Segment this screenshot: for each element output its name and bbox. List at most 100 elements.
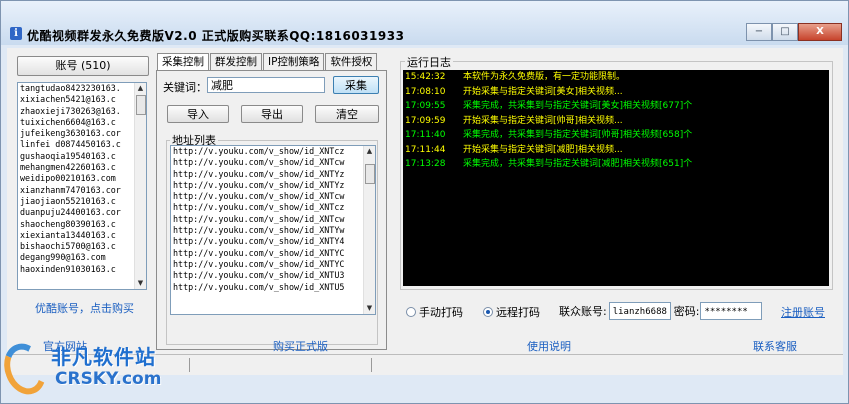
collect-button[interactable]: 采集 <box>333 76 379 94</box>
account-list-item[interactable]: tangtudao8423230163. <box>18 83 134 94</box>
url-list[interactable]: http://v.youku.com/v_show/id_XNTcz http:/… <box>170 145 376 315</box>
log-time: 17:08:10 <box>405 86 446 97</box>
url-list-item[interactable]: http://v.youku.com/v_show/id_XNTY4 <box>171 236 363 247</box>
scroll-down-icon[interactable]: ▼ <box>135 278 146 289</box>
account-list-item[interactable]: gushaoqia19540163.c <box>18 151 134 162</box>
keyword-input[interactable]: 减肥 <box>207 77 325 93</box>
buy-full-version-link[interactable]: 购买正式版 <box>273 338 328 354</box>
close-button[interactable]: X <box>798 23 842 41</box>
url-scrollbar[interactable]: ▲ ▼ <box>363 146 375 314</box>
remote-captcha-label: 远程打码 <box>496 306 540 319</box>
log-message: 采集完成，共采集到与指定关键词[减肥]相关视频[651]个 <box>463 159 693 169</box>
client-area: 账号 (510) tangtudao8423230163. xixiachen54… <box>7 48 843 375</box>
account-list-item[interactable]: weidipo00210163.com <box>18 173 134 184</box>
account-list[interactable]: tangtudao8423230163. xixiachen5421@163.c z… <box>17 82 147 290</box>
tab-bar: 采集控制 群发控制 IP控制策略 软件授权 <box>157 53 378 71</box>
account-list-item[interactable]: xianzhanm7470163.cor <box>18 185 134 196</box>
url-list-item[interactable]: http://v.youku.com/v_show/id_XNTcz <box>171 202 363 213</box>
watermark-en-text: CRSKY.com <box>55 369 162 389</box>
log-time: 17:11:44 <box>405 144 446 155</box>
account-list-item[interactable]: tuixichen6604@163.c <box>18 117 134 128</box>
log-entry: 15:42:32 本软件为永久免费版，有一定功能限制。 <box>403 70 829 85</box>
account-list-item[interactable]: degang990@163.com <box>18 252 134 263</box>
minimize-button[interactable]: − <box>746 23 772 41</box>
register-link-wrap: 注册账号 <box>781 304 825 320</box>
account-button[interactable]: 账号 (510) <box>17 56 149 76</box>
account-list-item[interactable]: jufeikeng3630163.cor <box>18 128 134 139</box>
status-separator <box>189 358 190 372</box>
scroll-thumb[interactable] <box>365 164 375 184</box>
site-watermark: 非凡软件站 CRSKY.com <box>0 337 170 403</box>
account-list-item[interactable]: duanpuju24400163.cor <box>18 207 134 218</box>
log-entry: 17:11:40 采集完成，共采集到与指定关键词[帅哥]相关视频[658]个 <box>403 128 829 143</box>
account-list-item[interactable]: bishaochi5700@163.c <box>18 241 134 252</box>
app-window: i 优酷视频群发永久免费版V2.0 正式版购买联系QQ:1816031933 −… <box>0 0 849 404</box>
export-button[interactable]: 导出 <box>241 105 303 123</box>
log-entry: 17:13:28 采集完成，共采集到与指定关键词[减肥]相关视频[651]个 <box>403 157 829 172</box>
url-list-item[interactable]: http://v.youku.com/v_show/id_XNTcz <box>171 146 363 157</box>
buy-accounts-link[interactable]: 优酷账号，点击购买 <box>22 300 147 316</box>
manual-captcha-radio[interactable] <box>406 307 416 317</box>
account-list-item[interactable]: linfei d0874450163.c <box>18 139 134 150</box>
scroll-down-icon[interactable]: ▼ <box>364 303 375 314</box>
account-list-item[interactable]: xiexianta13440163.c <box>18 230 134 241</box>
url-list-item[interactable]: http://v.youku.com/v_show/id_XNTYC <box>171 259 363 270</box>
tab-ip-strategy[interactable]: IP控制策略 <box>263 53 325 70</box>
scroll-up-icon[interactable]: ▲ <box>135 83 146 94</box>
status-separator <box>371 358 372 372</box>
maximize-button[interactable]: □ <box>772 23 798 41</box>
remote-captcha-option[interactable]: 远程打码 <box>483 304 540 320</box>
manual-captcha-label: 手动打码 <box>419 306 463 319</box>
account-list-item[interactable]: jiaojiaon55210163.c <box>18 196 134 207</box>
clear-button[interactable]: 清空 <box>315 105 379 123</box>
remote-captcha-radio[interactable] <box>483 307 493 317</box>
account-list-item[interactable]: haoxinden91030163.c <box>18 264 134 275</box>
log-entry: 17:09:55 采集完成，共采集到与指定关键词[美女]相关视频[677]个 <box>403 99 829 114</box>
url-list-item[interactable]: http://v.youku.com/v_show/id_XNTYC <box>171 248 363 259</box>
lianzhong-account-label: 联众账号: <box>559 305 607 318</box>
manual-captcha-option[interactable]: 手动打码 <box>406 304 463 320</box>
account-field-group: 联众账号: lianzh6688 密码: ******** <box>559 302 763 320</box>
account-list-item[interactable]: mehangmen42260163.c <box>18 162 134 173</box>
log-label: 运行日志 <box>405 54 453 70</box>
url-list-item[interactable]: http://v.youku.com/v_show/id_XNTcw <box>171 214 363 225</box>
url-list-item[interactable]: http://v.youku.com/v_show/id_XNTcw <box>171 157 363 168</box>
log-time: 15:42:32 <box>405 72 446 82</box>
import-button[interactable]: 导入 <box>167 105 229 123</box>
keyword-label: 关键词： <box>163 81 207 94</box>
url-list-item[interactable]: http://v.youku.com/v_show/id_XNTYw <box>171 225 363 236</box>
log-time: 17:09:59 <box>405 115 446 126</box>
account-scrollbar[interactable]: ▲ ▼ <box>134 83 146 289</box>
account-list-item[interactable]: xixiachen5421@163.c <box>18 94 134 105</box>
register-account-link[interactable]: 注册账号 <box>781 304 825 320</box>
account-list-item[interactable]: zhaoxieji730263@163. <box>18 106 134 117</box>
url-list-item[interactable]: http://v.youku.com/v_show/id_XNTU3 <box>171 270 363 281</box>
contact-support-link[interactable]: 联系客服 <box>753 338 797 354</box>
log-message: 采集完成，共采集到与指定关键词[美女]相关视频[677]个 <box>463 101 693 111</box>
log-message: 开始采集与指定关键词[帅哥]相关视频... <box>463 115 623 126</box>
user-manual-link[interactable]: 使用说明 <box>527 338 571 354</box>
log-message: 开始采集与指定关键词[减肥]相关视频... <box>463 144 623 155</box>
tab-collect[interactable]: 采集控制 <box>157 53 209 71</box>
watermark-cn-text: 非凡软件站 <box>51 345 156 369</box>
url-list-item[interactable]: http://v.youku.com/v_show/id_XNTYz <box>171 180 363 191</box>
logo-swirl-icon <box>0 337 53 401</box>
log-time: 17:13:28 <box>405 159 446 169</box>
url-list-item[interactable]: http://v.youku.com/v_show/id_XNTcw <box>171 191 363 202</box>
log-entry: 17:09:59 开始采集与指定关键词[帅哥]相关视频... <box>403 114 829 129</box>
lianzhong-account-input[interactable]: lianzh6688 <box>608 302 671 320</box>
url-list-item[interactable]: http://v.youku.com/v_show/id_XNTU5 <box>171 282 363 293</box>
password-input[interactable]: ******** <box>700 302 763 320</box>
account-list-item[interactable]: shaocheng80390163.c <box>18 219 134 230</box>
info-icon: i <box>10 27 22 40</box>
log-console: 15:42:32 本软件为永久免费版，有一定功能限制。 17:08:10 开始采集与指… <box>403 70 829 286</box>
log-time: 17:11:40 <box>405 130 446 140</box>
url-list-item[interactable]: http://v.youku.com/v_show/id_XNTYz <box>171 169 363 180</box>
log-entry: 17:11:44 开始采集与指定关键词[减肥]相关视频... <box>403 143 829 158</box>
scroll-up-icon[interactable]: ▲ <box>364 146 375 157</box>
log-message: 采集完成，共采集到与指定关键词[帅哥]相关视频[658]个 <box>463 130 693 140</box>
tab-license[interactable]: 软件授权 <box>325 53 378 70</box>
log-entry: 17:08:10 开始采集与指定关键词[美女]相关视频... <box>403 85 829 100</box>
scroll-thumb[interactable] <box>136 95 146 115</box>
tab-broadcast[interactable]: 群发控制 <box>210 53 262 70</box>
